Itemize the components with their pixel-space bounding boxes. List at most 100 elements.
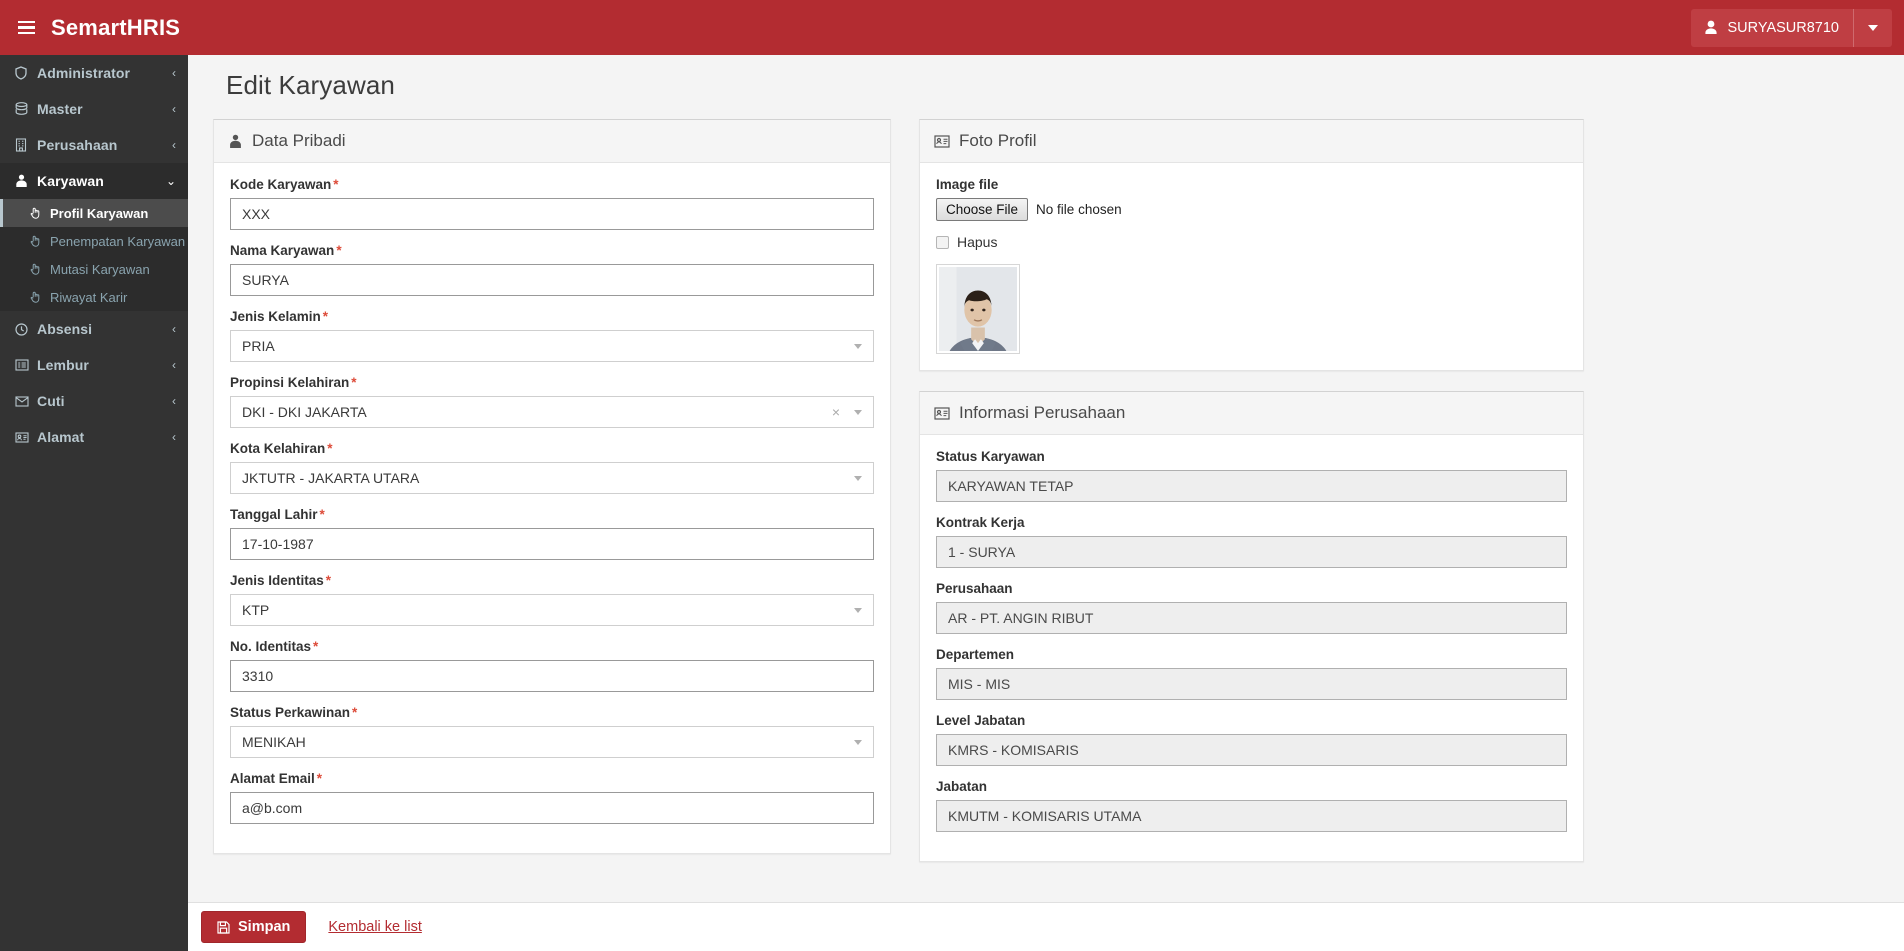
user-menu-caret[interactable] (1854, 9, 1892, 47)
label-text: No. Identitas (230, 639, 312, 654)
field-group-level-jabatan: Level Jabatan (936, 713, 1567, 766)
chevron-left-icon: ‹ (172, 322, 176, 336)
save-button[interactable]: Simpan (201, 911, 307, 943)
chevron-down-icon (854, 343, 862, 349)
hapus-checkbox-label: Hapus (957, 234, 998, 250)
label-text: Propinsi Kelahiran (230, 375, 350, 390)
label-kode-karyawan: Kode Karyawan * (230, 177, 874, 192)
input-kode-karyawan[interactable] (230, 198, 874, 230)
label-text: Status Perkawinan (230, 705, 351, 720)
select-propinsi-kelahiran[interactable]: DKI - DKI JAKARTA × (230, 396, 874, 428)
choose-file-button[interactable]: Choose File (936, 198, 1029, 221)
input-no-identitas[interactable] (230, 660, 874, 692)
chevron-left-icon: ‹ (172, 66, 176, 80)
chevron-left-icon: ‹ (172, 358, 176, 372)
select-kota-kelahiran[interactable]: JKTUTR - JAKARTA UTARA (230, 462, 874, 494)
sidebar-label-administrator: Administrator (37, 65, 131, 81)
label-text: Jenis Kelamin (230, 309, 321, 324)
back-to-list-link[interactable]: Kembali ke list (328, 919, 421, 935)
sidebar-item-riwayat-karir[interactable]: Riwayat Karir (0, 283, 188, 311)
label-kontrak-kerja: Kontrak Kerja (936, 515, 1025, 530)
input-nama-karyawan[interactable] (230, 264, 874, 296)
form-columns: Data Pribadi Kode Karyawan* Nama Karyawa… (213, 119, 1879, 882)
hand-pointer-icon (30, 235, 50, 247)
panel-header-data-pribadi: Data Pribadi (214, 120, 890, 163)
label-perusahaan: Perusahaan (936, 581, 1013, 596)
label-jenis-kelamin: Jenis Kelamin * (230, 309, 874, 324)
user-icon (1704, 20, 1718, 35)
clock-icon (15, 322, 37, 336)
select-jenis-identitas[interactable]: KTP (230, 594, 874, 626)
label-propinsi-kelahiran: Propinsi Kelahiran * (230, 375, 874, 390)
required-marker: * (351, 375, 357, 390)
field-group-jenis-identitas: Jenis Identitas * KTP (230, 573, 874, 626)
user-name-label: SURYASUR8710 (1727, 19, 1840, 36)
sidebar-item-administrator[interactable]: Administrator ‹ (0, 55, 188, 91)
top-header-bar: SemartHRIS SURYASUR8710 (0, 0, 1904, 55)
select-jenis-kelamin[interactable]: PRIA (230, 330, 874, 362)
sidebar-item-profil-karyawan[interactable]: Profil Karyawan (0, 199, 188, 227)
panel-header-informasi-perusahaan: Informasi Perusahaan (920, 392, 1583, 435)
list-icon (15, 359, 37, 371)
envelope-icon (15, 395, 37, 407)
select-value-status-perkawinan: MENIKAH (242, 734, 306, 750)
input-kontrak-kerja (936, 536, 1567, 568)
required-marker: * (313, 639, 319, 654)
panel-body-informasi-perusahaan: Status Karyawan Kontrak Kerja Perusahaan… (920, 435, 1583, 861)
panel-body-foto-profil: Image file Choose File No file chosen Ha… (920, 163, 1583, 370)
sidebar-item-penempatan-karyawan[interactable]: Penempatan Karyawan (0, 227, 188, 255)
field-group-jenis-kelamin: Jenis Kelamin * PRIA (230, 309, 874, 362)
sidebar-label-karyawan: Karyawan (37, 173, 104, 189)
sidebar-item-alamat[interactable]: Alamat ‹ (0, 419, 188, 455)
user-menu-main[interactable]: SURYASUR8710 (1691, 8, 1854, 47)
input-alamat-email[interactable] (230, 792, 874, 824)
select-status-perkawinan[interactable]: MENIKAH (230, 726, 874, 758)
file-input-row: Choose File No file chosen (936, 198, 1567, 221)
sidebar-item-absensi[interactable]: Absensi ‹ (0, 311, 188, 347)
label-text: Kode Karyawan (230, 177, 332, 192)
clear-icon[interactable]: × (832, 404, 840, 420)
app-brand-title: SemartHRIS (51, 14, 181, 40)
user-menu[interactable]: SURYASUR8710 (1690, 8, 1892, 47)
sidebar-item-perusahaan[interactable]: Perusahaan ‹ (0, 127, 188, 163)
save-button-label: Simpan (238, 919, 291, 935)
sidebar-item-karyawan[interactable]: Karyawan ⌄ (0, 163, 188, 199)
sidebar-item-master[interactable]: Master ‹ (0, 91, 188, 127)
select-value-jenis-identitas: KTP (242, 602, 270, 618)
sidebar-item-lembur[interactable]: Lembur ‹ (0, 347, 188, 383)
vcard-icon (15, 431, 37, 443)
page-title: Edit Karyawan (226, 70, 395, 100)
input-jabatan (936, 800, 1567, 832)
chevron-down-icon (854, 409, 862, 415)
panel-title-foto-profil: Foto Profil (959, 131, 1037, 150)
required-marker: * (352, 705, 358, 720)
sidebar-item-mutasi-karyawan[interactable]: Mutasi Karyawan (0, 255, 188, 283)
field-group-kontrak-kerja: Kontrak Kerja (936, 515, 1567, 568)
field-group-tanggal-lahir: Tanggal Lahir * (230, 507, 874, 560)
required-marker: * (333, 177, 339, 192)
sidebar-item-cuti[interactable]: Cuti ‹ (0, 383, 188, 419)
field-group-status-perkawinan: Status Perkawinan * MENIKAH (230, 705, 874, 758)
input-tanggal-lahir[interactable] (230, 528, 874, 560)
hapus-checkbox[interactable] (936, 235, 949, 249)
field-group-propinsi-kelahiran: Propinsi Kelahiran * DKI - DKI JAKARTA × (230, 375, 874, 428)
hamburger-icon[interactable] (18, 20, 35, 35)
chevron-down-icon (1868, 24, 1878, 31)
shield-icon (15, 66, 37, 80)
right-column: Foto Profil Image file Choose File No fi… (919, 119, 1584, 882)
panel-title-data-pribadi: Data Pribadi (252, 131, 346, 150)
panel-foto-profil: Foto Profil Image file Choose File No fi… (919, 119, 1584, 371)
brand-zone: SemartHRIS (0, 0, 228, 55)
user-tie-icon (228, 134, 243, 149)
sidebar-label-alamat: Alamat (37, 429, 85, 445)
sidebar-label-perusahaan: Perusahaan (37, 137, 118, 153)
employee-photo-image (939, 267, 1017, 351)
left-column: Data Pribadi Kode Karyawan* Nama Karyawa… (213, 119, 891, 874)
label-status-perkawinan: Status Perkawinan * (230, 705, 874, 720)
input-status-karyawan (936, 470, 1567, 502)
hapus-checkbox-row: Hapus (936, 234, 1567, 250)
hand-pointer-icon (30, 207, 50, 219)
panel-data-pribadi: Data Pribadi Kode Karyawan* Nama Karyawa… (213, 119, 891, 854)
panel-informasi-perusahaan: Informasi Perusahaan Status Karyawan Kon… (919, 391, 1584, 862)
label-no-identitas: No. Identitas * (230, 639, 874, 654)
